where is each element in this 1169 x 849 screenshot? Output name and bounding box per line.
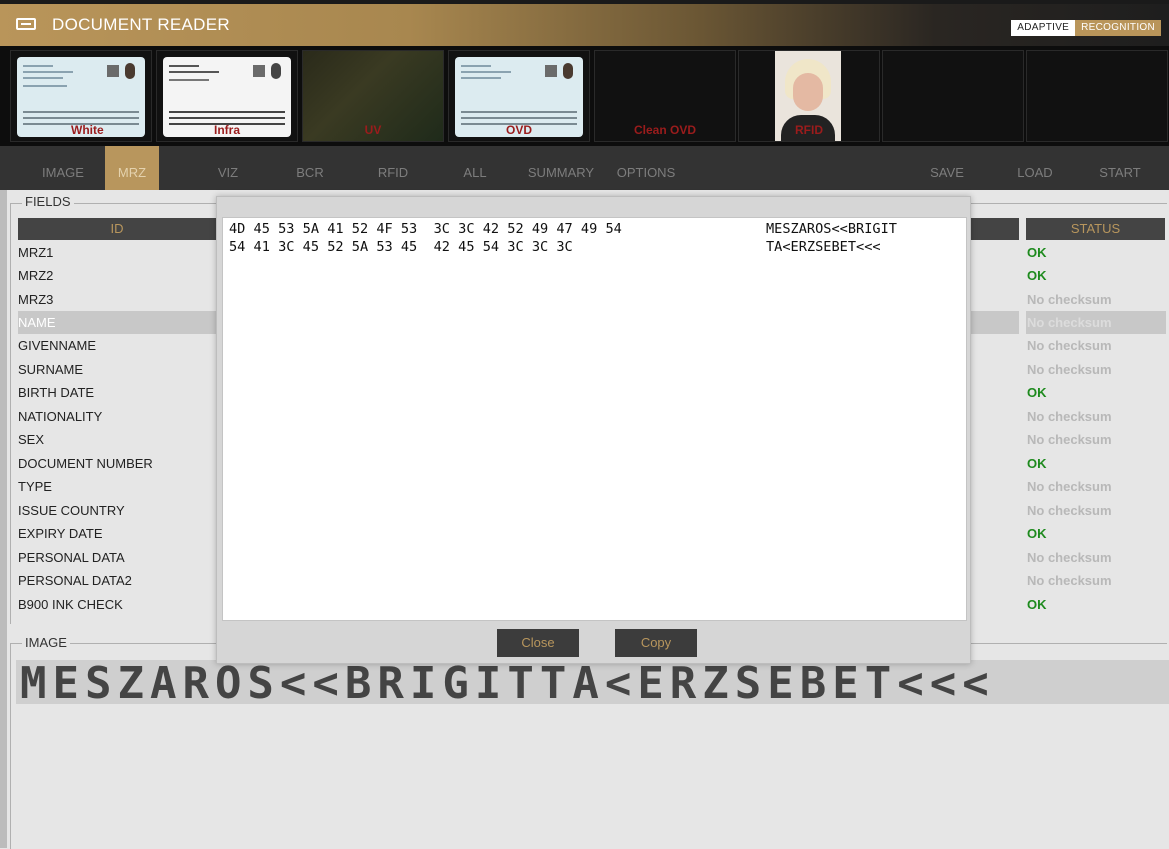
field-row-personal-data[interactable]: PERSONAL DATA (18, 546, 125, 569)
brand-left: ADAPTIVE (1011, 20, 1076, 36)
save-button[interactable]: SAVE (925, 146, 969, 190)
field-row-document-number[interactable]: DOCUMENT NUMBER (18, 452, 153, 475)
field-row-mrz1[interactable]: MRZ1 (18, 241, 53, 264)
column-header-status[interactable]: STATUS (1026, 218, 1165, 240)
thumbnail-label: OVD (505, 123, 532, 137)
status-ok: OK (1027, 385, 1047, 400)
status-ok: OK (1027, 597, 1047, 612)
app-title: DOCUMENT READER (52, 15, 230, 34)
thumbnail-label: RFID (795, 123, 823, 137)
status-no-checksum: No checksum (1027, 362, 1112, 377)
ascii-line: MESZAROS<<BRIGIT (766, 221, 897, 237)
load-button[interactable]: LOAD (1010, 146, 1060, 190)
status-ok: OK (1027, 456, 1047, 471)
column-header-id[interactable]: ID (18, 218, 216, 240)
thumbnail-ovd[interactable]: OVD (448, 50, 590, 142)
thumbnail-infra[interactable]: Infra (156, 50, 298, 142)
tab-options[interactable]: OPTIONS (609, 146, 683, 190)
tab-summary[interactable]: SUMMARY (522, 146, 600, 190)
ascii-dump: MESZAROS<<BRIGIT TA<ERZSEBET<<< (766, 220, 897, 256)
tab-bcr[interactable]: BCR (288, 146, 332, 190)
thumbnail-uv[interactable]: UV (302, 50, 444, 142)
title-bar: DOCUMENT READER ADAPTIVE RECOGNITION (0, 0, 1169, 46)
field-row-expiry-date[interactable]: EXPIRY DATE (18, 522, 103, 545)
status-ok: OK (1027, 526, 1047, 541)
status-no-checksum: No checksum (1027, 338, 1112, 353)
field-row-type[interactable]: TYPE (18, 475, 52, 498)
status-no-checksum: No checksum (1027, 432, 1112, 447)
status-no-checksum: No checksum (1027, 292, 1112, 307)
mrz-image: MESZAROS<<BRIGITTA<ERZSEBET<<< (16, 660, 1169, 704)
left-scroll-edge (0, 190, 7, 848)
field-row-surname[interactable]: SURNAME (18, 358, 83, 381)
status-no-checksum: No checksum (1027, 573, 1112, 588)
tab-mrz[interactable]: MRZ (105, 146, 159, 190)
field-row-personal-data2[interactable]: PERSONAL DATA2 (18, 569, 132, 592)
status-no-checksum: No checksum (1027, 479, 1112, 494)
field-row-issue-country[interactable]: ISSUE COUNTRY (18, 499, 125, 522)
image-legend: IMAGE (22, 635, 70, 650)
field-row-birth-date[interactable]: BIRTH DATE (18, 381, 94, 404)
status-ok: OK (1027, 245, 1047, 260)
thumbnail-label: Infra (213, 123, 240, 137)
field-row-givenname[interactable]: GIVENNAME (18, 334, 96, 357)
hex-line: 54 41 3C 45 52 5A 53 45 42 45 54 3C 3C 3… (229, 239, 573, 255)
tab-all[interactable]: ALL (455, 146, 495, 190)
brand-right: RECOGNITION (1075, 20, 1161, 36)
close-button[interactable]: Close (497, 629, 579, 657)
status-no-checksum: No checksum (1027, 550, 1112, 565)
status-no-checksum: No checksum (1026, 311, 1166, 334)
hex-view-dialog: 4D 45 53 5A 41 52 4F 53 3C 3C 42 52 49 4… (216, 196, 971, 664)
main-nav: IMAGE MRZ VIZ BCR RFID ALL SUMMARY OPTIO… (0, 146, 1169, 190)
hex-view-content[interactable]: 4D 45 53 5A 41 52 4F 53 3C 3C 42 52 49 4… (222, 217, 967, 621)
thumbnail-rfid[interactable]: RFID (738, 50, 880, 142)
field-row-mrz3[interactable]: MRZ3 (18, 288, 53, 311)
thumbnail-label: UV (364, 123, 382, 137)
thumbnail-empty[interactable] (882, 50, 1024, 142)
thumbnail-strip: White Infra UV OVD Clean OVD RFID (0, 46, 1169, 146)
thumbnail-white[interactable]: White (10, 50, 152, 142)
field-row-mrz2[interactable]: MRZ2 (18, 264, 53, 287)
status-no-checksum: No checksum (1027, 409, 1112, 424)
copy-button[interactable]: Copy (615, 629, 697, 657)
field-row-b900-ink-check[interactable]: B900 INK CHECK (18, 593, 123, 616)
thumbnail-clean-ovd[interactable]: Clean OVD (594, 50, 736, 142)
thumbnail-label: Clean OVD (633, 123, 696, 137)
hex-dump: 4D 45 53 5A 41 52 4F 53 3C 3C 42 52 49 4… (229, 220, 622, 256)
mrz-image-text: MESZAROS<<BRIGITTA<ERZSEBET<<< (20, 660, 995, 704)
hex-line: 4D 45 53 5A 41 52 4F 53 3C 3C 42 52 49 4… (229, 221, 622, 237)
column-header-value[interactable] (969, 218, 1019, 240)
brand-logo: ADAPTIVE RECOGNITION (1011, 20, 1161, 36)
fields-legend: FIELDS (22, 194, 74, 209)
tab-image[interactable]: IMAGE (28, 146, 98, 190)
status-no-checksum: No checksum (1027, 503, 1112, 518)
id-card-icon (16, 18, 36, 30)
ascii-line: TA<ERZSEBET<<< (766, 239, 881, 255)
tab-rfid[interactable]: RFID (370, 146, 416, 190)
field-row-sex[interactable]: SEX (18, 428, 44, 451)
start-button[interactable]: START (1092, 146, 1148, 190)
selected-row-highlight (969, 311, 1019, 334)
thumbnail-empty[interactable] (1026, 50, 1168, 142)
tab-viz[interactable]: VIZ (206, 146, 250, 190)
field-row-nationality[interactable]: NATIONALITY (18, 405, 102, 428)
field-row-name[interactable]: NAME (18, 311, 216, 334)
thumbnail-label: White (71, 123, 104, 137)
status-ok: OK (1027, 268, 1047, 283)
